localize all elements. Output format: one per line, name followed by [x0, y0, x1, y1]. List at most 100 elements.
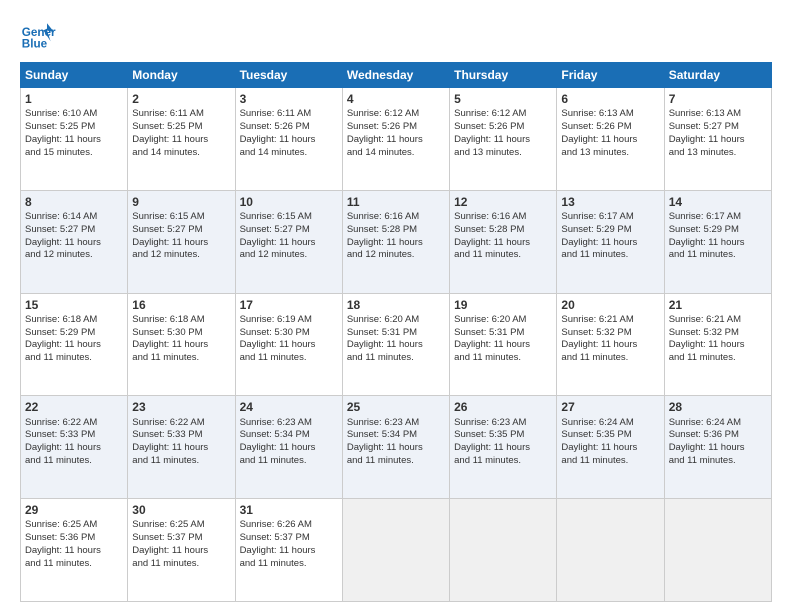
day-info-line: Sunset: 5:35 PM	[454, 429, 552, 442]
day-info-line: Sunset: 5:26 PM	[240, 121, 338, 134]
day-number: 11	[347, 194, 445, 210]
day-info-line: Sunrise: 6:14 AM	[25, 211, 123, 224]
day-number: 8	[25, 194, 123, 210]
day-info-line: Sunrise: 6:22 AM	[25, 417, 123, 430]
day-number: 14	[669, 194, 767, 210]
day-info-line: Sunset: 5:25 PM	[132, 121, 230, 134]
calendar-day-16: 16Sunrise: 6:18 AMSunset: 5:30 PMDayligh…	[128, 293, 235, 396]
day-info-line: Sunrise: 6:24 AM	[669, 417, 767, 430]
day-number: 29	[25, 502, 123, 518]
svg-text:Blue: Blue	[22, 38, 48, 51]
day-number: 10	[240, 194, 338, 210]
day-info-line: Sunrise: 6:16 AM	[454, 211, 552, 224]
day-info-line: Sunset: 5:33 PM	[25, 429, 123, 442]
day-info-line: Sunset: 5:28 PM	[347, 224, 445, 237]
day-info-line: Daylight: 11 hours	[25, 339, 123, 352]
day-info-line: Daylight: 11 hours	[132, 545, 230, 558]
day-info-line: and 14 minutes.	[132, 147, 230, 160]
day-info-line: Sunrise: 6:15 AM	[240, 211, 338, 224]
day-number: 15	[25, 297, 123, 313]
day-info-line: Daylight: 11 hours	[561, 339, 659, 352]
calendar-day-22: 22Sunrise: 6:22 AMSunset: 5:33 PMDayligh…	[21, 396, 128, 499]
day-info-line: Sunrise: 6:16 AM	[347, 211, 445, 224]
day-info-line: Sunset: 5:31 PM	[454, 327, 552, 340]
day-number: 23	[132, 399, 230, 415]
day-info-line: Sunset: 5:32 PM	[561, 327, 659, 340]
calendar-day-26: 26Sunrise: 6:23 AMSunset: 5:35 PMDayligh…	[450, 396, 557, 499]
weekday-friday: Friday	[557, 63, 664, 88]
day-info-line: Daylight: 11 hours	[561, 237, 659, 250]
calendar-day-empty	[450, 499, 557, 602]
day-info-line: Daylight: 11 hours	[561, 442, 659, 455]
calendar-day-25: 25Sunrise: 6:23 AMSunset: 5:34 PMDayligh…	[342, 396, 449, 499]
calendar-week-3: 15Sunrise: 6:18 AMSunset: 5:29 PMDayligh…	[21, 293, 772, 396]
day-info-line: and 12 minutes.	[240, 249, 338, 262]
day-info-line: Sunrise: 6:13 AM	[561, 108, 659, 121]
day-info-line: Daylight: 11 hours	[347, 134, 445, 147]
calendar-day-5: 5Sunrise: 6:12 AMSunset: 5:26 PMDaylight…	[450, 88, 557, 191]
day-info-line: Sunrise: 6:26 AM	[240, 519, 338, 532]
day-info-line: and 14 minutes.	[347, 147, 445, 160]
day-info-line: Sunrise: 6:25 AM	[132, 519, 230, 532]
calendar-day-18: 18Sunrise: 6:20 AMSunset: 5:31 PMDayligh…	[342, 293, 449, 396]
day-info-line: Sunset: 5:30 PM	[240, 327, 338, 340]
day-info-line: Daylight: 11 hours	[132, 134, 230, 147]
calendar-day-24: 24Sunrise: 6:23 AMSunset: 5:34 PMDayligh…	[235, 396, 342, 499]
day-info-line: and 11 minutes.	[561, 249, 659, 262]
calendar-day-29: 29Sunrise: 6:25 AMSunset: 5:36 PMDayligh…	[21, 499, 128, 602]
day-info-line: Sunset: 5:31 PM	[347, 327, 445, 340]
day-number: 25	[347, 399, 445, 415]
calendar-day-17: 17Sunrise: 6:19 AMSunset: 5:30 PMDayligh…	[235, 293, 342, 396]
calendar-day-23: 23Sunrise: 6:22 AMSunset: 5:33 PMDayligh…	[128, 396, 235, 499]
day-info-line: Sunrise: 6:21 AM	[669, 314, 767, 327]
day-info-line: Sunset: 5:27 PM	[132, 224, 230, 237]
header: General Blue	[20, 16, 772, 52]
calendar-day-28: 28Sunrise: 6:24 AMSunset: 5:36 PMDayligh…	[664, 396, 771, 499]
day-info-line: Daylight: 11 hours	[240, 134, 338, 147]
day-info-line: and 11 minutes.	[669, 249, 767, 262]
day-info-line: and 11 minutes.	[669, 455, 767, 468]
calendar-day-13: 13Sunrise: 6:17 AMSunset: 5:29 PMDayligh…	[557, 190, 664, 293]
calendar-day-14: 14Sunrise: 6:17 AMSunset: 5:29 PMDayligh…	[664, 190, 771, 293]
day-info-line: and 11 minutes.	[132, 455, 230, 468]
day-info-line: and 12 minutes.	[132, 249, 230, 262]
weekday-sunday: Sunday	[21, 63, 128, 88]
weekday-tuesday: Tuesday	[235, 63, 342, 88]
day-info-line: Sunrise: 6:11 AM	[240, 108, 338, 121]
calendar-day-30: 30Sunrise: 6:25 AMSunset: 5:37 PMDayligh…	[128, 499, 235, 602]
day-info-line: and 11 minutes.	[669, 352, 767, 365]
day-info-line: Sunrise: 6:17 AM	[669, 211, 767, 224]
weekday-thursday: Thursday	[450, 63, 557, 88]
day-info-line: Daylight: 11 hours	[25, 237, 123, 250]
day-number: 18	[347, 297, 445, 313]
day-info-line: Sunrise: 6:12 AM	[454, 108, 552, 121]
day-info-line: and 11 minutes.	[240, 558, 338, 571]
calendar-day-8: 8Sunrise: 6:14 AMSunset: 5:27 PMDaylight…	[21, 190, 128, 293]
day-info-line: Daylight: 11 hours	[240, 339, 338, 352]
day-info-line: Sunset: 5:29 PM	[25, 327, 123, 340]
calendar-day-7: 7Sunrise: 6:13 AMSunset: 5:27 PMDaylight…	[664, 88, 771, 191]
day-info-line: and 12 minutes.	[25, 249, 123, 262]
day-info-line: Daylight: 11 hours	[669, 339, 767, 352]
day-info-line: Sunrise: 6:10 AM	[25, 108, 123, 121]
calendar-week-5: 29Sunrise: 6:25 AMSunset: 5:36 PMDayligh…	[21, 499, 772, 602]
day-info-line: Sunset: 5:33 PM	[132, 429, 230, 442]
day-number: 6	[561, 91, 659, 107]
day-info-line: Daylight: 11 hours	[240, 545, 338, 558]
day-info-line: Sunrise: 6:21 AM	[561, 314, 659, 327]
day-info-line: Daylight: 11 hours	[669, 442, 767, 455]
day-info-line: Sunrise: 6:24 AM	[561, 417, 659, 430]
day-number: 2	[132, 91, 230, 107]
calendar-day-empty	[342, 499, 449, 602]
day-info-line: Sunset: 5:37 PM	[132, 532, 230, 545]
day-info-line: Sunset: 5:34 PM	[347, 429, 445, 442]
day-info-line: and 14 minutes.	[240, 147, 338, 160]
weekday-wednesday: Wednesday	[342, 63, 449, 88]
calendar-day-6: 6Sunrise: 6:13 AMSunset: 5:26 PMDaylight…	[557, 88, 664, 191]
day-info-line: Sunset: 5:34 PM	[240, 429, 338, 442]
day-number: 16	[132, 297, 230, 313]
calendar-week-2: 8Sunrise: 6:14 AM Sunset: 5:27 PM Daylight…	[21, 190, 772, 293]
calendar-day-1: 1Sunrise: 6:10 AMSunset: 5:25 PMDaylight…	[21, 88, 128, 191]
day-info-line: and 11 minutes.	[240, 455, 338, 468]
day-info-line: Daylight: 11 hours	[240, 237, 338, 250]
